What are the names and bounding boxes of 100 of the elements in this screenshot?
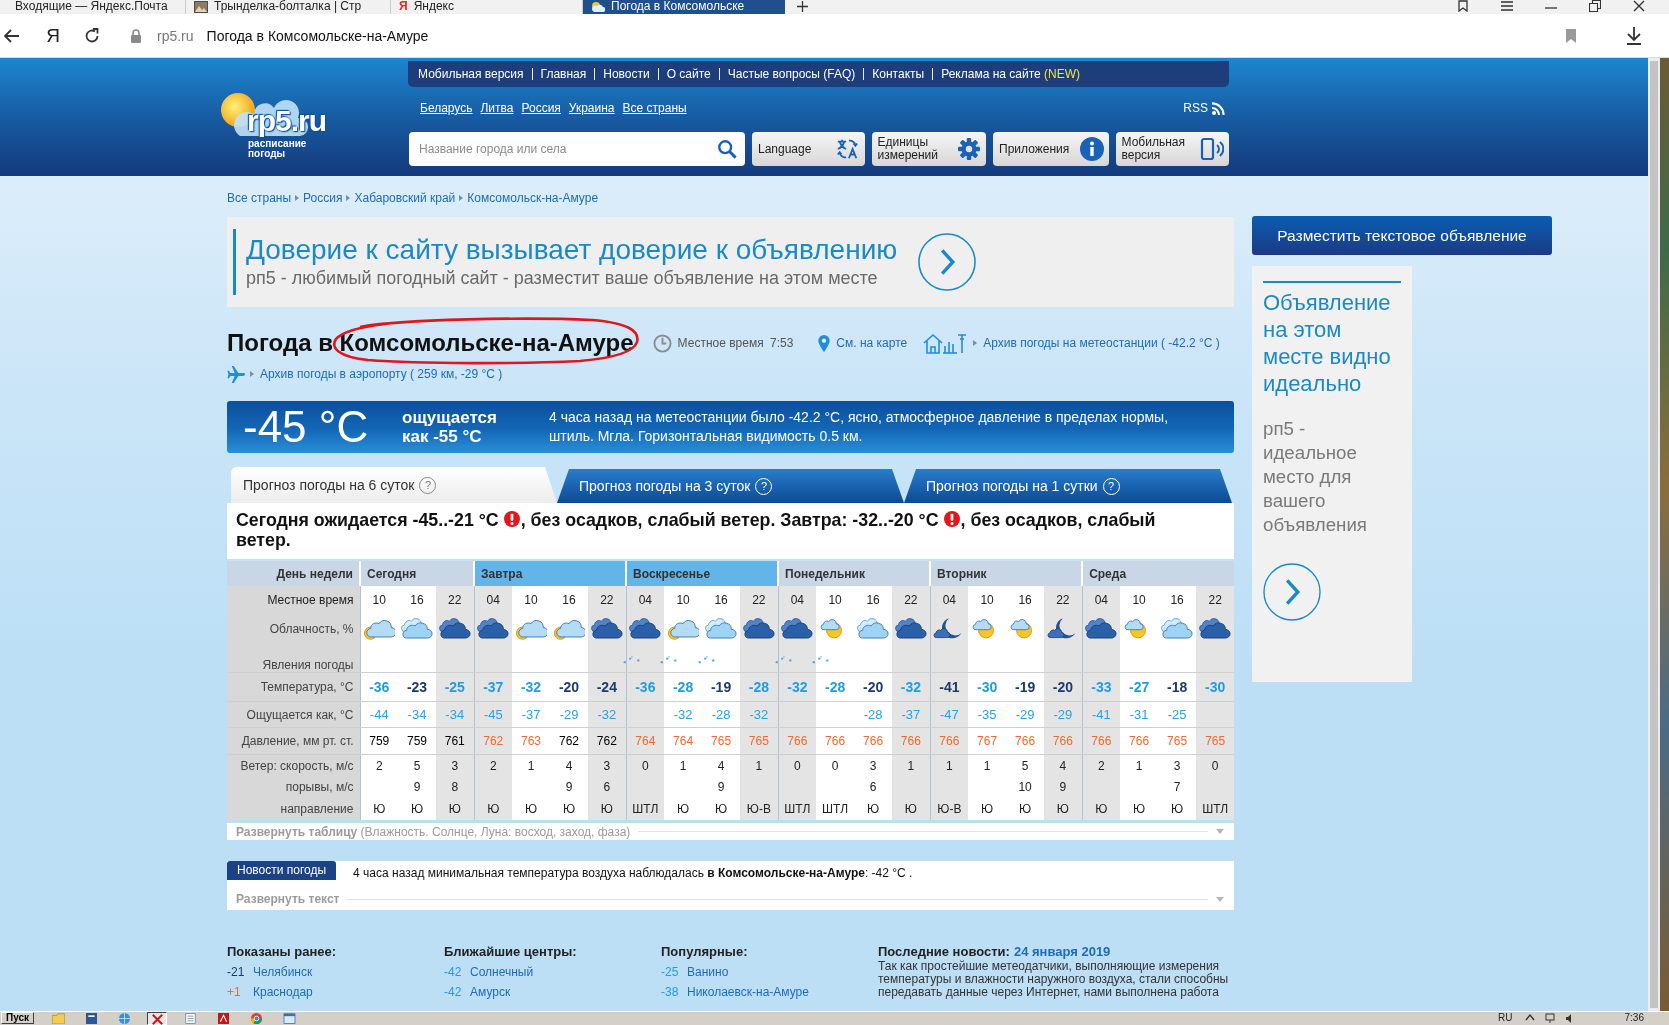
wind-speed-value: 3 [436,754,475,776]
section-title: Показаны ранее: [227,945,338,959]
nav-link[interactable]: Главная [531,68,595,80]
small-arrow-icon [973,340,978,346]
wind-direction-value: Ю [1158,798,1197,820]
wind-speed-value: 1 [1120,754,1159,776]
ad-card[interactable]: Объявление на этом месте видно идеально рп5 - идеальное место для вашего объявления [1252,266,1412,682]
search-field[interactable]: Название города или села [409,132,745,166]
home-button[interactable]: Я [46,24,60,47]
pressure-value: 763 [512,727,551,755]
forecast-tab[interactable]: Прогноз погоды на 6 суток ? [231,467,557,503]
forecast-hour: 16 [550,586,589,614]
dark-clouds-icon [438,616,471,641]
breadcrumb-link[interactable]: Хабаровский край [354,191,456,205]
wind-direction-value: Ю [550,798,589,820]
breadcrumb-link[interactable]: Россия [303,191,343,205]
forecast-hour: 04 [778,586,817,614]
window-icon [282,1013,296,1024]
country-link[interactable]: Россия [521,101,561,115]
city-link[interactable]: Солнечный [470,965,534,979]
news-date-link[interactable]: 24 января 2019 [1013,944,1111,959]
reload-icon[interactable] [84,27,100,44]
temperature-value: -21 [227,965,246,979]
temperature-value: -30 [968,672,1007,702]
browser-tab[interactable]: Погода в Комсомольске [583,0,785,14]
mobile-version-button[interactable]: Мобильная версия [1115,132,1229,166]
address-field[interactable]: rp5.ru Погода в Комсомольске-на-Амуре [130,20,1626,51]
temperature-value: -36 [626,672,665,702]
breadcrumb-link[interactable]: Все страны [227,191,292,205]
bookmark-icon[interactable] [1566,28,1576,43]
back-icon[interactable] [4,28,20,43]
wind-gust-value: 8 [436,776,475,798]
nav-link[interactable]: О сайте [657,68,719,80]
pressure-value: 765 [702,727,741,755]
apps-button[interactable]: Приложения [993,132,1109,166]
city-link[interactable]: Челябинск [253,965,313,979]
wind-speed-value: 1 [892,754,931,776]
close-icon[interactable] [1633,0,1645,12]
city-link[interactable]: Ванино [687,965,729,979]
chevron-circle-icon[interactable] [1263,563,1321,621]
wind-speed-value: 2 [1082,754,1121,776]
current-temperature: -45 °C [243,404,370,450]
cross-icon [150,1014,164,1025]
chevron-circle-icon[interactable] [918,233,977,291]
location-link[interactable]: Архив погоды на метеостанции ( -42.2 °C ) [983,336,1220,350]
wind-gust-value: 9 [550,776,589,798]
pressure-value: 761 [436,727,475,755]
temperature-value: -20 [1044,672,1083,702]
phone-icon [1200,137,1224,161]
location-link[interactable]: См. на карте [836,336,908,350]
dark-clouds-icon [1085,616,1118,641]
forecast-hour: 04 [930,586,969,614]
news-text: 4 часа назад минимальная температура воздуха наблюдалась в Комсомольске-на-Амуре: -42 °C . [353,866,913,880]
language-indicator[interactable]: RU [1498,1012,1513,1024]
language-button[interactable]: Language [752,132,865,166]
new-tab-icon[interactable] [797,1,808,12]
country-link[interactable]: Беларусь [420,101,473,115]
dark-clouds-icon [1199,616,1232,641]
bookmarks-icon[interactable] [1457,0,1469,12]
forecast-hour: 10 [1120,586,1159,614]
forecast-tab[interactable]: Прогноз погоды на 3 суток ? [557,469,904,503]
city-link[interactable]: Николаевск-на-Амуре [687,985,809,999]
forecast-hour: 04 [1082,586,1121,614]
feels-like-value: -34 [436,701,475,728]
nav-link[interactable]: Мобильная версия [410,68,532,80]
wind-speed-value: 2 [474,754,513,776]
nav-link[interactable]: Частые вопросы (FAQ) [718,68,864,80]
network-icon[interactable] [1544,1013,1555,1023]
row-label: Явления погоды [227,643,360,673]
units-button[interactable]: Единицы измерений [871,132,986,166]
country-link[interactable]: Литва [480,101,514,115]
menu-icon[interactable] [1501,0,1513,12]
pressure-value: 762 [588,727,627,755]
city-link[interactable]: Амурск [470,985,511,999]
feels-like-value: -34 [398,701,436,728]
forecast-tab[interactable]: Прогноз погоды на 1 сутки ? [904,469,1232,503]
news-heading: Последние новости: [878,944,1010,959]
rss-link[interactable]: RSS [1183,101,1225,115]
translate-icon [835,137,860,161]
nav-link[interactable]: Контакты [863,68,933,80]
start-button[interactable]: Пуск [1,1012,35,1024]
search-icon[interactable] [717,139,737,159]
temperature-value: -32 [512,672,551,702]
country-link[interactable]: Все страны [622,101,687,115]
news-label[interactable]: Новости погоды [227,861,337,880]
restore-icon[interactable] [1589,0,1601,12]
download-icon[interactable] [1626,26,1642,45]
clouds-icon [401,616,433,641]
nav-link[interactable]: Новости [594,68,658,80]
country-link[interactable]: Украина [568,101,615,115]
place-ad-button[interactable]: Разместить текстовое объявление [1252,216,1552,255]
taskbar-app[interactable] [147,1012,168,1025]
breadcrumb-link[interactable]: Комсомольск-на-Амуре [467,191,599,205]
airport-archive-link[interactable]: Архив погоды в аэропорту ( 259 км, -29 °C ) [260,367,503,381]
nav-link[interactable]: Реклама на сайте (NEW) [932,68,1089,80]
ad-banner[interactable]: Доверие к сайту вызывает доверие к объявлению рп5 - любимый погодный сайт - разместит ваше объявление на этом месте [227,217,1234,307]
city-link[interactable]: Краснодар [253,985,313,999]
dark-clouds-icon [781,616,814,641]
day-header: Сегодня [360,561,475,586]
scrollbar[interactable] [1648,58,1660,1011]
